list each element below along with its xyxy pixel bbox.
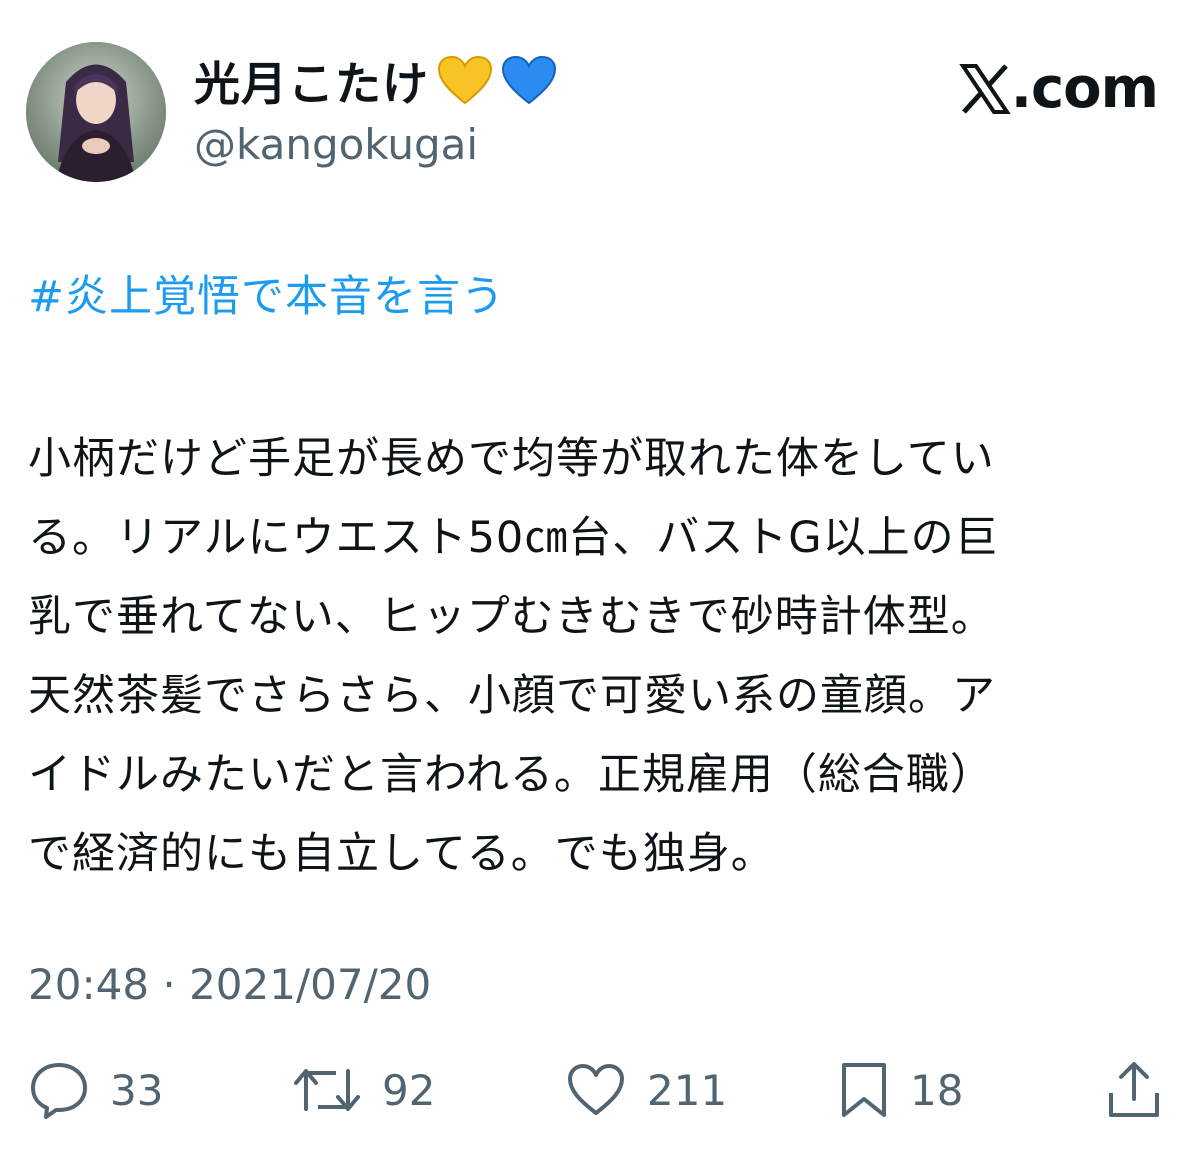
tweet-body-line: で経済的にも自立してる。でも独身。 <box>28 829 775 879</box>
tweet-header: 光月こたけ @kangokugai .com <box>26 42 1176 182</box>
tweet-body-line: イドルみたいだと言われる。正規雇用（総合職） <box>28 750 994 800</box>
avatar[interactable] <box>26 42 166 182</box>
hashtag-link[interactable]: #炎上覚悟で本音を言う <box>28 262 505 324</box>
bookmark-count: 18 <box>910 1065 964 1115</box>
blue-heart-icon <box>501 55 557 105</box>
reply-button[interactable]: 33 <box>28 1055 163 1125</box>
yellow-heart-icon <box>437 55 493 105</box>
reply-icon <box>31 1063 87 1119</box>
bookmark-button[interactable]: 18 <box>838 1055 963 1125</box>
display-name[interactable]: 光月こたけ <box>194 48 429 114</box>
tweet-body-line: 小柄だけど手足が長めで均等が取れた体をしてい <box>28 434 995 484</box>
like-count: 211 <box>647 1065 728 1115</box>
repost-count: 92 <box>382 1065 436 1115</box>
x-brand: .com <box>958 56 1159 121</box>
like-button[interactable]: 211 <box>565 1055 727 1125</box>
action-bar: 33 92 211 18 <box>0 1055 1200 1125</box>
tweet-body: 小柄だけど手足が長めで均等が取れた体をしてい る。リアルにウエスト50㎝台、バス… <box>28 420 1178 894</box>
share-icon <box>1109 1062 1159 1117</box>
share-button[interactable] <box>1106 1055 1162 1125</box>
brand-text: .com <box>1010 56 1159 121</box>
repost-button[interactable]: 92 <box>292 1055 435 1125</box>
x-logo-icon <box>958 63 1011 114</box>
user-handle[interactable]: @kangokugai <box>194 120 557 169</box>
tweet-body-line: 天然茶髪でさらさら、小顔で可愛い系の童顔。ア <box>28 671 996 721</box>
tweet-timestamp[interactable]: 20:48 · 2021/07/20 <box>28 960 431 1009</box>
tweet-body-line: る。リアルにウエスト50㎝台、バストG以上の巨 <box>28 513 999 563</box>
avatar-illustration <box>26 42 166 182</box>
reply-count: 33 <box>110 1065 164 1115</box>
bookmark-icon <box>842 1063 886 1117</box>
heart-icon <box>568 1064 624 1115</box>
tweet-body-line: 乳で垂れてない、ヒップむきむきで砂時計体型。 <box>28 592 995 642</box>
repost-icon <box>294 1069 360 1111</box>
